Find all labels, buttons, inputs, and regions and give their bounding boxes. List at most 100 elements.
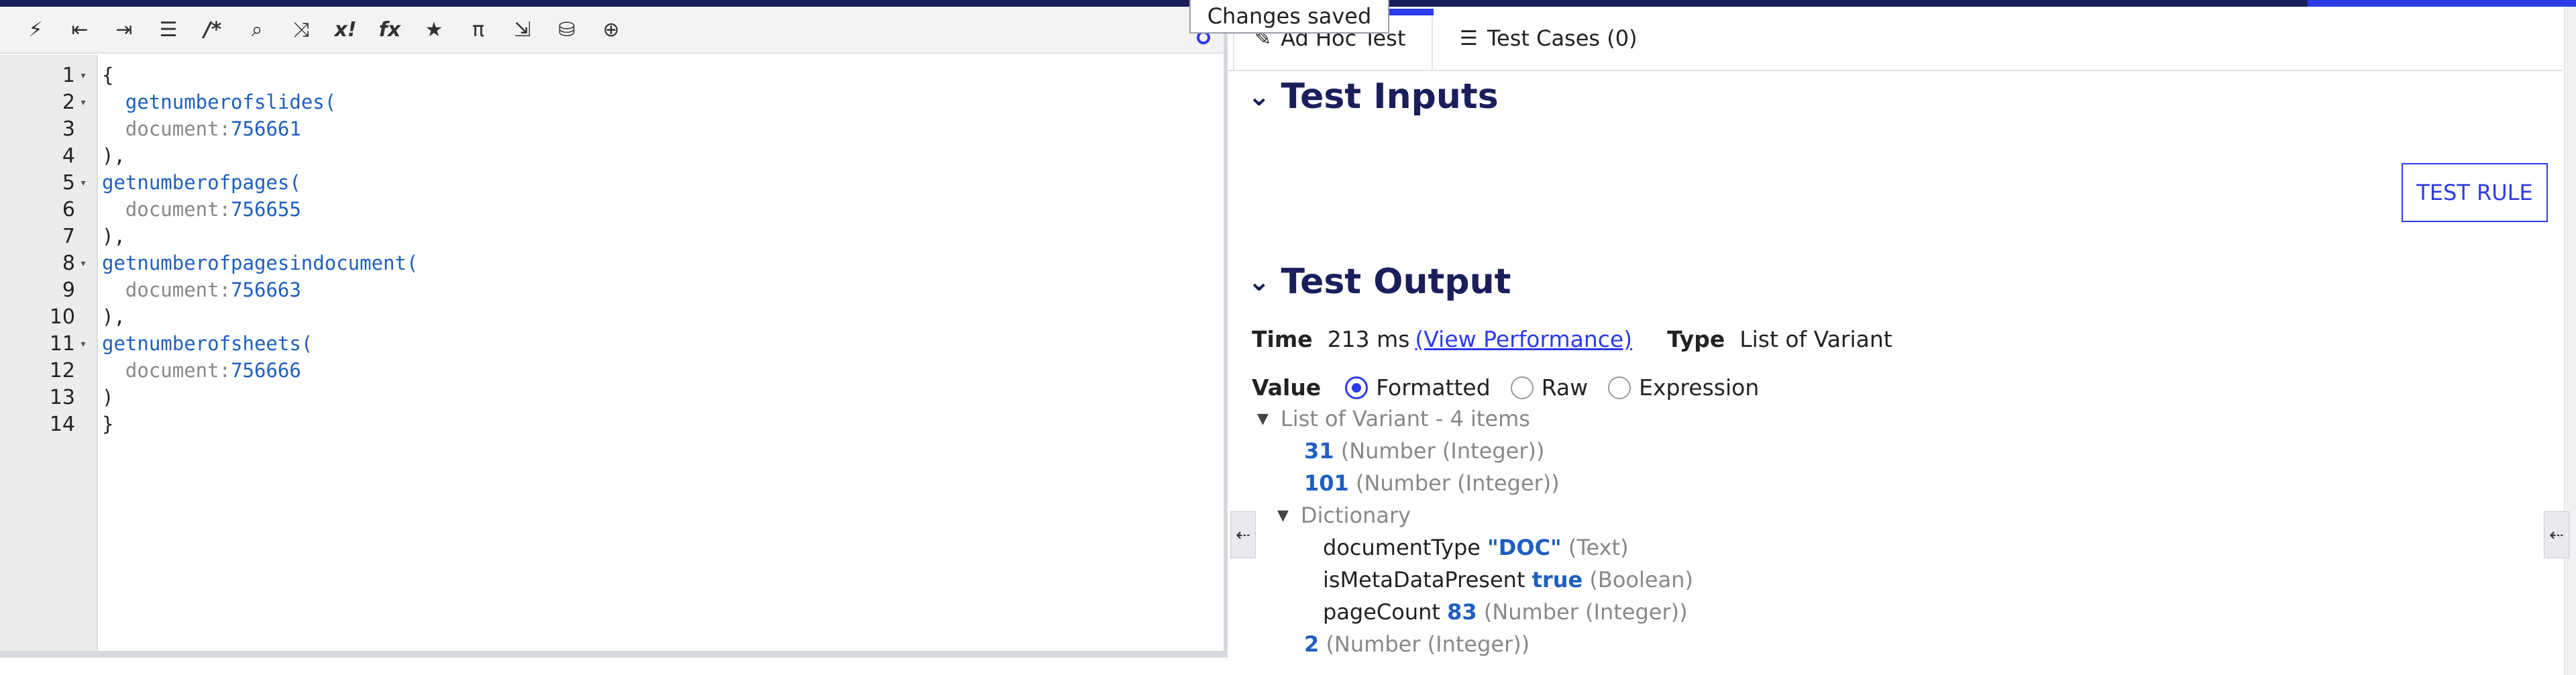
line-number: 12 <box>49 358 75 382</box>
gutter-line: 12 <box>0 357 91 384</box>
code-line[interactable]: document:756666 <box>102 357 301 384</box>
line-number: 11 <box>49 331 75 356</box>
fold-toggle-icon[interactable]: ▾ <box>75 337 91 351</box>
expression-editor-panel: ⚡ ⇤ ⇥ ☰ /* ⌕ ⤨ x! fx ★ π ⇲ ⛁ ⊕ 1 ▾ { 2 ▾ g… <box>0 7 1228 651</box>
chevron-down-icon: ⌄ <box>1248 266 1271 297</box>
entry-key: documentType <box>1323 535 1488 560</box>
gutter-line: 10 <box>0 303 91 330</box>
entry-value: true <box>1532 567 1583 592</box>
list-icon[interactable]: ☰ <box>146 7 191 52</box>
item-type: (Number (Integer)) <box>1334 438 1545 464</box>
editor-bottom-bar <box>0 651 1228 675</box>
gutter-line: 5 ▾ <box>0 169 91 196</box>
time-value: 213 ms <box>1327 326 1410 352</box>
pi-icon[interactable]: π <box>456 7 500 52</box>
line-number: 13 <box>49 385 75 409</box>
code-line[interactable]: document:756655 <box>102 196 301 223</box>
tab-test-cases[interactable]: ☰ Test Cases (0) <box>1460 7 1638 70</box>
toast-accent-bar <box>1387 9 1434 15</box>
tree-root-label: List of Variant - 4 items <box>1280 406 1530 431</box>
fold-toggle-icon[interactable]: ▾ <box>75 68 91 83</box>
database-search-icon[interactable]: ⛁ <box>545 7 589 52</box>
expression-radio[interactable] <box>1608 376 1631 399</box>
code-line[interactable]: getnumberofslides( <box>102 89 336 115</box>
param-value: 756666 <box>231 359 301 382</box>
comment-icon[interactable]: /* <box>191 7 235 52</box>
view-performance-link[interactable]: (View Performance) <box>1415 326 1632 352</box>
fold-toggle-icon[interactable]: ▾ <box>75 256 91 270</box>
code-text: ), <box>102 225 125 248</box>
test-inputs-header[interactable]: ⌄ Test Inputs <box>1248 76 1499 117</box>
tree-dictionary[interactable]: ▼ Dictionary <box>1277 499 1411 531</box>
item-type: (Number (Integer)) <box>1348 470 1560 496</box>
collapse-left-icon[interactable]: ⇠ <box>1230 511 1256 558</box>
outdent-icon[interactable]: ⇤ <box>58 7 102 52</box>
export-icon[interactable]: ⇲ <box>500 7 545 52</box>
code-line[interactable]: ), <box>102 142 125 169</box>
collapse-right-icon[interactable]: ⇠ <box>2544 511 2569 558</box>
changes-saved-toast: Changes saved <box>1189 0 1389 34</box>
code-line[interactable]: ), <box>102 303 125 330</box>
code-text: ), <box>102 144 125 167</box>
entry-value: 83 <box>1447 599 1477 625</box>
entry-value: "DOC" <box>1487 535 1562 560</box>
radio-label[interactable]: Raw <box>1542 374 1588 401</box>
code-punct: : <box>219 198 231 221</box>
code-line[interactable]: } <box>102 411 113 437</box>
gutter-line: 7 <box>0 223 91 250</box>
raw-radio[interactable] <box>1510 376 1534 399</box>
fold-toggle-icon[interactable]: ▾ <box>75 95 91 109</box>
radio-label[interactable]: Formatted <box>1376 374 1490 401</box>
test-panel: ✎ Ad Hoc Test ☰ Test Cases (0) ⌄ Test In… <box>1228 7 2576 675</box>
code-line[interactable]: getnumberofpages( <box>102 169 301 196</box>
right-scrollbar[interactable] <box>2564 7 2576 675</box>
gutter-line: 2 ▾ <box>0 89 91 115</box>
test-rule-button[interactable]: TEST RULE <box>2402 163 2548 222</box>
entry-key: isMetaDataPresent <box>1323 567 1532 592</box>
function-name: getnumberofpages <box>102 171 290 194</box>
caret-down-icon: ▼ <box>1257 410 1269 427</box>
code-punct: ( <box>289 171 301 194</box>
output-meta-row: Time 213 ms (View Performance) Type List… <box>1252 326 1892 352</box>
code-line[interactable]: ) <box>102 384 113 411</box>
code-line[interactable]: getnumberofsheets( <box>102 330 313 357</box>
list-item: 31 (Number (Integer)) <box>1304 435 1544 467</box>
tree-root[interactable]: ▼ List of Variant - 4 items <box>1257 403 1530 435</box>
value-format-row: Value Formatted Raw Expression <box>1252 374 1779 401</box>
code-line[interactable]: { <box>102 62 113 89</box>
radio-label[interactable]: Expression <box>1639 374 1759 401</box>
magic-wand-icon[interactable]: ⚡ <box>13 7 58 52</box>
gutter-line: 14 <box>0 411 91 437</box>
shuffle-icon[interactable]: ⤨ <box>279 7 323 52</box>
param-key: document <box>125 117 219 140</box>
type-label: Type <box>1667 326 1725 352</box>
code-line[interactable]: getnumberofpagesindocument( <box>102 250 418 276</box>
star-icon[interactable]: ★ <box>412 7 456 52</box>
code-line[interactable]: ), <box>102 223 125 250</box>
test-tabs: ✎ Ad Hoc Test ☰ Test Cases (0) <box>1228 7 2563 71</box>
search-icon[interactable]: ⌕ <box>235 7 279 52</box>
indent-icon[interactable]: ⇥ <box>102 7 146 52</box>
clear-icon[interactable]: x! <box>323 7 368 52</box>
fold-toggle-icon[interactable]: ▾ <box>75 176 91 190</box>
code-punct: : <box>219 278 231 301</box>
code-line[interactable]: document:756661 <box>102 115 301 142</box>
test-output-header[interactable]: ⌄ Test Output <box>1248 262 1511 302</box>
line-number: 3 <box>62 117 75 141</box>
editor-toolbar: ⚡ ⇤ ⇥ ☰ /* ⌕ ⤨ x! fx ★ π ⇲ ⛁ ⊕ <box>0 7 1224 54</box>
code-text: ), <box>102 305 125 328</box>
code-punct: ( <box>406 252 419 274</box>
function-icon[interactable]: fx <box>368 7 412 52</box>
gutter-line: 13 <box>0 384 91 411</box>
code-line[interactable]: document:756663 <box>102 276 301 303</box>
formatted-radio[interactable] <box>1345 376 1368 399</box>
section-title: Test Inputs <box>1281 76 1499 117</box>
dictionary-entry: isMetaDataPresent true (Boolean) <box>1323 564 1693 596</box>
globe-icon[interactable]: ⊕ <box>589 7 633 52</box>
code-editor[interactable]: 1 ▾ { 2 ▾ getnumberofslides( 3 document:75… <box>0 55 1224 651</box>
caret-down-icon: ▼ <box>1277 507 1289 524</box>
